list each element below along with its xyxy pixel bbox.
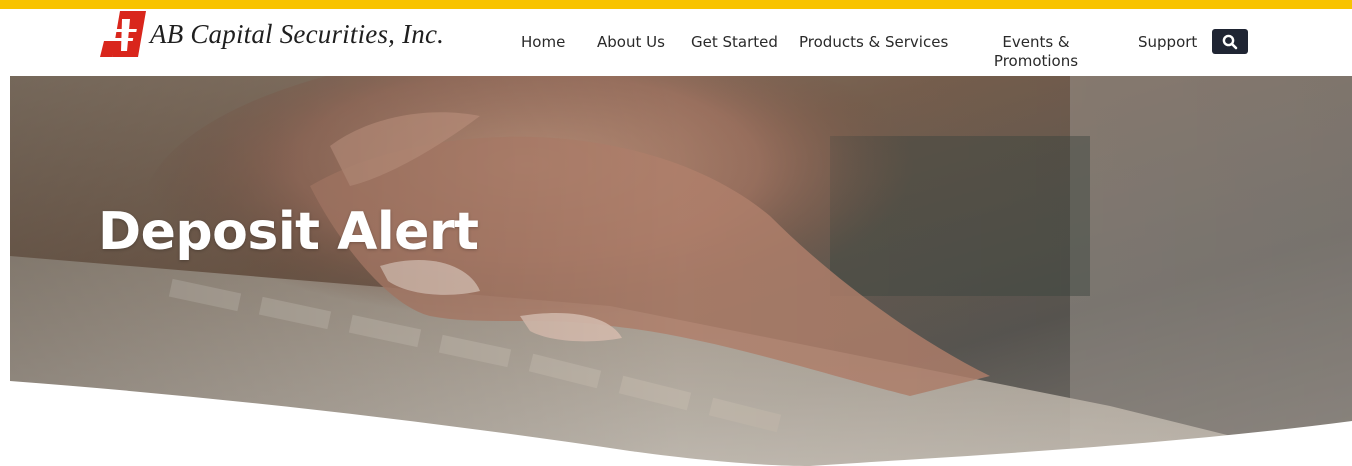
page-title: Deposit Alert <box>98 202 479 262</box>
nav-events-line2: Promotions <box>993 52 1079 70</box>
nav-about-us[interactable]: About Us <box>597 33 665 52</box>
nav-get-started[interactable]: Get Started <box>691 33 778 52</box>
hero-image <box>10 76 1352 466</box>
nav-products-services[interactable]: Products & Services <box>799 33 948 52</box>
nav-home[interactable]: Home <box>521 33 565 52</box>
brand-logo-link[interactable]: AB Capital Securities, Inc. <box>100 11 444 57</box>
site-header: AB Capital Securities, Inc. Home About U… <box>0 9 1352 76</box>
search-button[interactable] <box>1212 29 1248 54</box>
search-icon <box>1222 34 1238 49</box>
nav-support[interactable]: Support <box>1138 33 1197 52</box>
hero-banner: Deposit Alert <box>10 76 1352 466</box>
brand-logo-icon <box>100 11 146 57</box>
nav-events-line1: Events & <box>1002 33 1070 51</box>
top-accent-bar <box>0 0 1352 9</box>
brand-name: AB Capital Securities, Inc. <box>150 18 445 49</box>
nav-events-promotions[interactable]: Events & Promotions <box>990 33 1082 71</box>
